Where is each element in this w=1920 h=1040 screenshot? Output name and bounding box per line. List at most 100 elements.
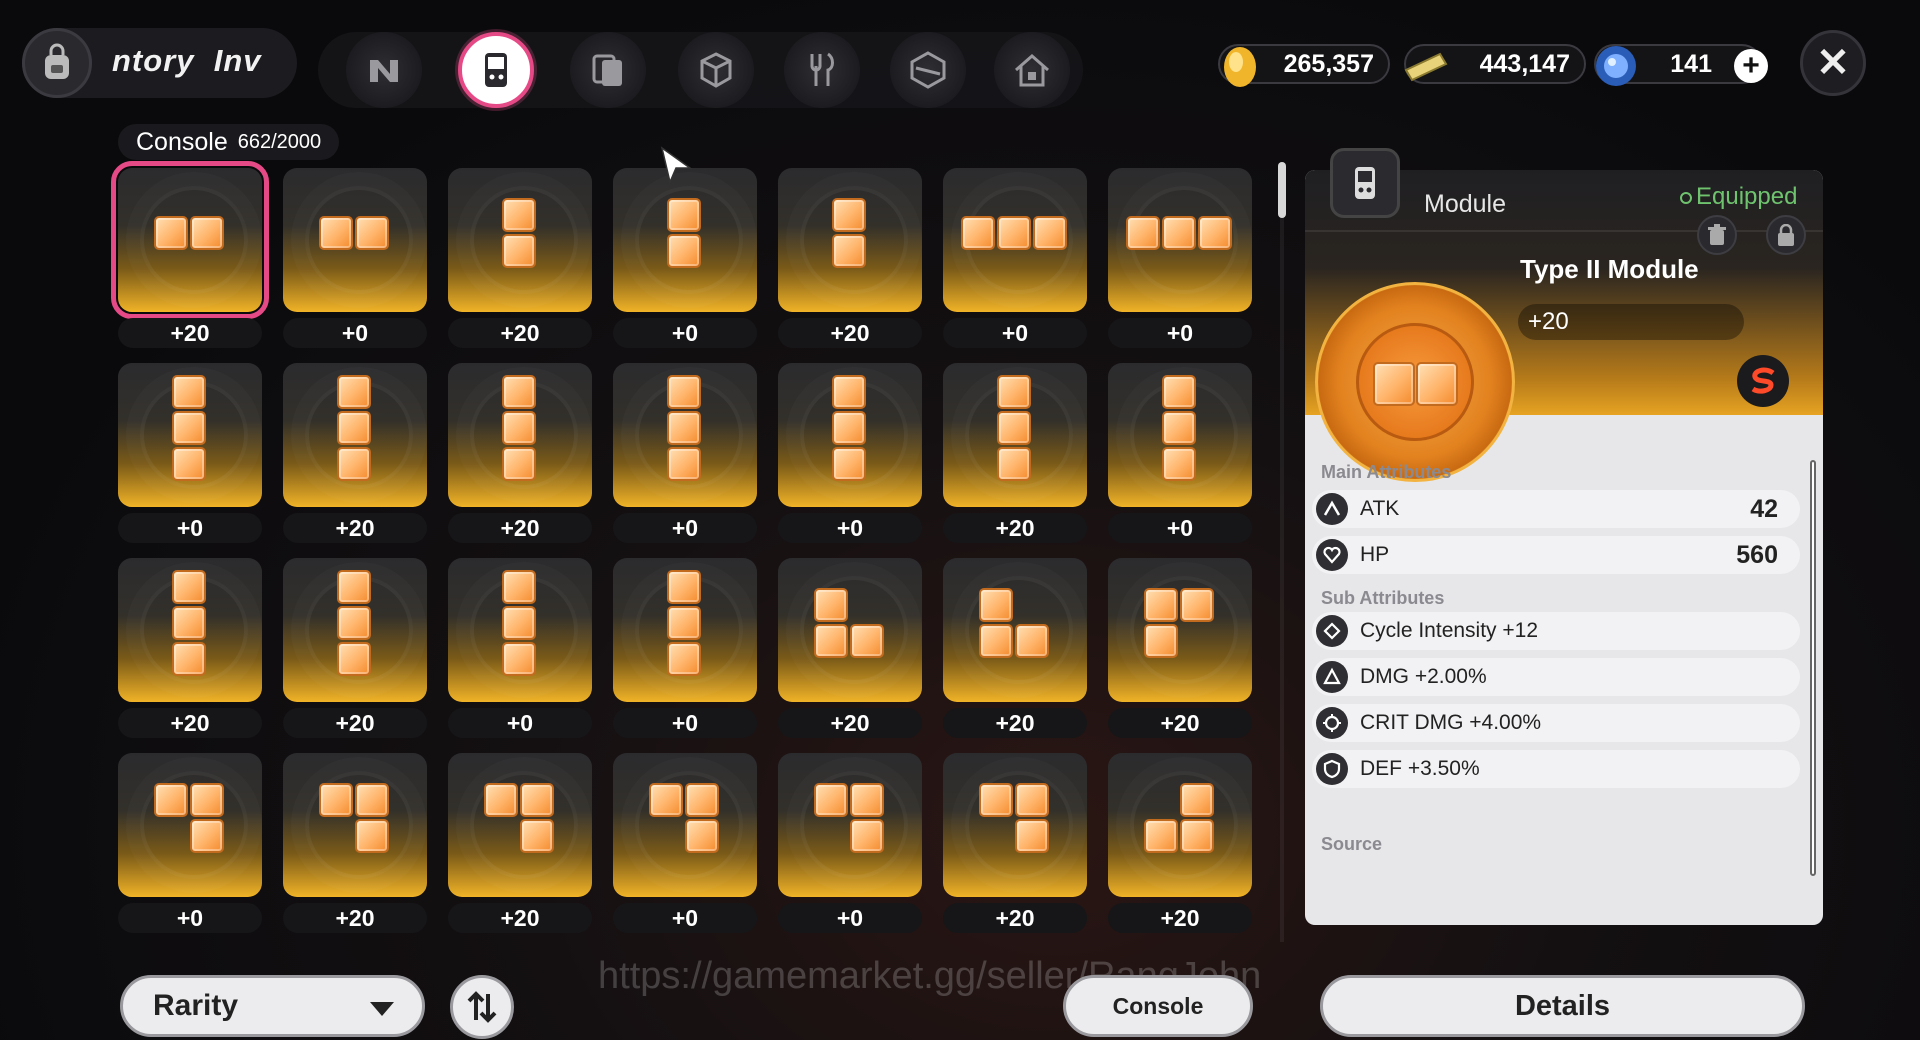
panel-scrollbar[interactable] — [1810, 460, 1816, 876]
tab-cards[interactable] — [570, 32, 646, 108]
module-slot[interactable]: +20 — [448, 168, 592, 348]
module-slot[interactable]: +20 — [778, 168, 922, 348]
module-slot[interactable]: +20 — [448, 363, 592, 543]
trash-icon — [1708, 224, 1726, 245]
module-card[interactable] — [1108, 363, 1252, 507]
module-card[interactable] — [448, 753, 592, 897]
n-logo-icon — [370, 60, 398, 82]
module-slot[interactable]: +20 — [283, 363, 427, 543]
module-card[interactable] — [943, 753, 1087, 897]
tab-cube[interactable] — [678, 32, 754, 108]
module-category-icon — [1330, 148, 1400, 218]
s-badge-icon — [1751, 367, 1775, 394]
dismantle-button[interactable] — [1697, 215, 1737, 255]
module-slot[interactable]: +20 — [1108, 558, 1252, 738]
module-block — [154, 216, 188, 250]
add-crystal-button[interactable]: + — [1734, 49, 1768, 83]
module-card[interactable] — [778, 363, 922, 507]
module-slot[interactable]: +0 — [613, 753, 757, 933]
module-slot[interactable]: +0 — [118, 363, 262, 543]
module-block — [667, 447, 701, 481]
console-count-label: Console 662/2000 — [118, 124, 340, 160]
module-card[interactable] — [118, 558, 262, 702]
console-dismantle-button[interactable]: Console Dismantle — [1063, 975, 1253, 1037]
module-card[interactable] — [943, 168, 1087, 312]
module-card[interactable] — [613, 753, 757, 897]
module-slot[interactable]: +0 — [1108, 168, 1252, 348]
module-card[interactable] — [778, 168, 922, 312]
module-block — [667, 411, 701, 445]
module-slot[interactable]: +20 — [778, 558, 922, 738]
module-card[interactable] — [283, 753, 427, 897]
module-card[interactable] — [283, 168, 427, 312]
grid-scrollbar[interactable] — [1278, 162, 1286, 218]
module-block — [997, 411, 1031, 445]
tab-food[interactable] — [784, 32, 860, 108]
crit-icon — [1316, 707, 1348, 739]
module-slot[interactable]: +20 — [111, 161, 269, 348]
module-card[interactable] — [613, 168, 757, 312]
module-block — [1180, 783, 1214, 817]
tab-n-logo[interactable] — [346, 32, 422, 108]
module-slot[interactable]: +0 — [613, 168, 757, 348]
tab-console[interactable] — [458, 32, 534, 108]
module-card[interactable] — [448, 363, 592, 507]
module-block — [1144, 624, 1178, 658]
module-slot[interactable]: +20 — [283, 558, 427, 738]
module-card[interactable] — [448, 168, 592, 312]
module-slot[interactable]: +0 — [613, 558, 757, 738]
module-slot[interactable]: +20 — [118, 558, 262, 738]
module-card[interactable] — [943, 363, 1087, 507]
module-card[interactable] — [778, 753, 922, 897]
module-card[interactable] — [283, 558, 427, 702]
crystal-icon — [1596, 46, 1636, 86]
lock-button[interactable] — [1766, 215, 1806, 255]
module-slot[interactable]: +0 — [448, 558, 592, 738]
module-block — [667, 570, 701, 604]
module-slot[interactable]: +20 — [943, 558, 1087, 738]
sort-order-button[interactable] — [450, 975, 514, 1039]
module-card[interactable] — [943, 558, 1087, 702]
module-card[interactable] — [118, 753, 262, 897]
sort-icon — [467, 991, 497, 1023]
tab-box[interactable] — [890, 32, 966, 108]
currency-ticket: 443,147 — [1404, 44, 1586, 84]
module-card[interactable] — [1108, 753, 1252, 897]
module-slot[interactable]: +20 — [943, 753, 1087, 933]
module-slot[interactable]: +20 — [448, 753, 592, 933]
module-card[interactable] — [283, 363, 427, 507]
module-card[interactable] — [613, 558, 757, 702]
module-slot[interactable]: +0 — [283, 168, 427, 348]
cube-icon — [700, 52, 732, 88]
tab-home[interactable] — [994, 32, 1070, 108]
module-card[interactable] — [1108, 558, 1252, 702]
module-block — [1162, 411, 1196, 445]
module-card[interactable] — [111, 161, 269, 319]
details-button[interactable]: Details — [1320, 975, 1805, 1037]
module-block — [172, 447, 206, 481]
module-slot[interactable]: +0 — [778, 363, 922, 543]
module-card[interactable] — [118, 363, 262, 507]
module-slot[interactable]: +20 — [1108, 753, 1252, 933]
module-level-badge: +20 — [448, 318, 592, 348]
grid-scroll-track[interactable] — [1280, 162, 1284, 942]
module-card[interactable] — [448, 558, 592, 702]
sub-attribute-def: DEF +3.50% — [1312, 750, 1800, 788]
module-slot[interactable]: +20 — [283, 753, 427, 933]
module-slot[interactable]: +0 — [1108, 363, 1252, 543]
module-slot[interactable]: +0 — [943, 168, 1087, 348]
module-block — [502, 234, 536, 268]
module-block — [337, 642, 371, 676]
module-slot[interactable]: +0 — [778, 753, 922, 933]
module-slot[interactable]: +20 — [943, 363, 1087, 543]
module-card[interactable] — [613, 363, 757, 507]
module-block — [172, 642, 206, 676]
close-button[interactable]: ✕ — [1800, 30, 1866, 96]
rarity-dropdown[interactable]: Rarity — [120, 975, 425, 1037]
module-slot[interactable]: +0 — [613, 363, 757, 543]
module-card[interactable] — [778, 558, 922, 702]
def-icon — [1316, 753, 1348, 785]
module-block — [850, 783, 884, 817]
module-slot[interactable]: +0 — [118, 753, 262, 933]
module-card[interactable] — [1108, 168, 1252, 312]
